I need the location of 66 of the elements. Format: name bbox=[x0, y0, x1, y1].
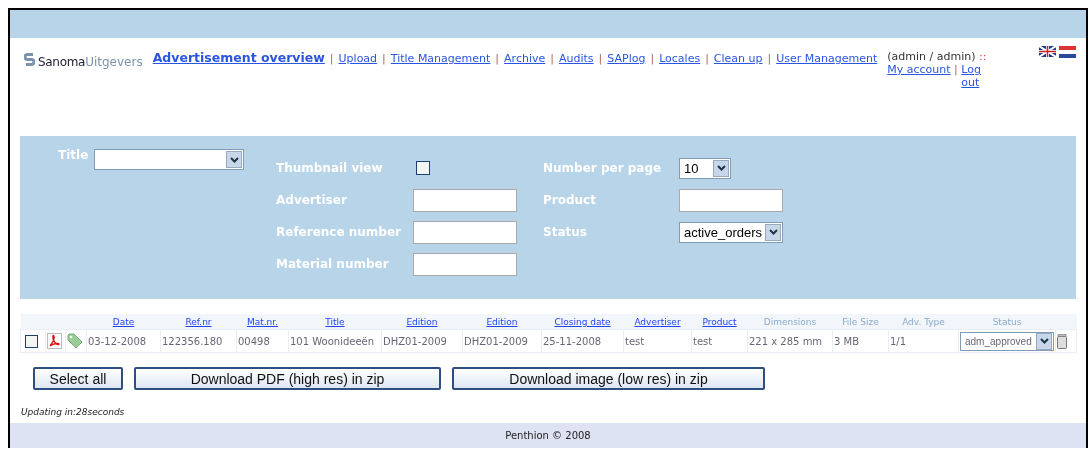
table-cell: 00498 bbox=[236, 329, 289, 353]
column-header: Status bbox=[992, 316, 1022, 327]
table-cell: DHZ01-2009 bbox=[381, 329, 463, 353]
dutch-flag-icon[interactable] bbox=[1059, 46, 1076, 61]
filter-dropdown[interactable]: active_orders bbox=[679, 221, 783, 243]
nav-link[interactable]: User Management bbox=[776, 52, 878, 65]
nav-link[interactable]: Upload bbox=[338, 52, 378, 65]
nav-link[interactable]: Audits bbox=[558, 52, 594, 65]
nav-link[interactable]: Title Management bbox=[390, 52, 491, 65]
filter-label: Status bbox=[543, 225, 588, 239]
table-cell: DHZ01-2009 bbox=[462, 329, 542, 353]
input-field[interactable] bbox=[679, 188, 783, 212]
table-cell: test bbox=[623, 329, 692, 353]
filter-label: Material number bbox=[276, 257, 390, 271]
user-marker: :: bbox=[979, 50, 987, 63]
logo: SanomaUitgevers bbox=[24, 52, 143, 71]
table-cell: test bbox=[691, 329, 748, 353]
nav-separator: | bbox=[650, 52, 655, 65]
input-field[interactable] bbox=[413, 252, 517, 276]
input-field[interactable] bbox=[413, 220, 517, 244]
logout-link[interactable]: Log out bbox=[961, 63, 986, 89]
checkbox[interactable] bbox=[416, 161, 430, 175]
nav-separator: | bbox=[767, 52, 772, 65]
nav-link[interactable]: Clean up bbox=[713, 52, 763, 65]
tag-icon[interactable] bbox=[67, 333, 85, 349]
download-button[interactable]: Download image (low res) in zip bbox=[452, 367, 765, 390]
nav-separator: | bbox=[329, 52, 334, 65]
filter-dropdown[interactable]: 10 bbox=[679, 157, 731, 179]
filter-label: Reference number bbox=[276, 225, 402, 239]
nav-separator: | bbox=[495, 52, 500, 65]
filter-label: Title bbox=[58, 148, 90, 162]
account-link[interactable]: My account bbox=[887, 63, 951, 76]
nav-link[interactable]: Advertisement overview bbox=[152, 50, 325, 65]
nav-separator: | bbox=[382, 52, 386, 65]
select-all-button[interactable]: Select all bbox=[33, 367, 123, 390]
filter-label: Thumbnail view bbox=[276, 161, 384, 175]
table-cell: 03-12-2008 bbox=[86, 329, 161, 353]
filter-label: Advertiser bbox=[276, 193, 348, 207]
input-field[interactable] bbox=[413, 188, 517, 212]
table-cell: 3 MB bbox=[832, 329, 889, 353]
table-cell: 101 Woonideeën bbox=[288, 329, 382, 353]
column-header: Adv. Type bbox=[902, 316, 945, 327]
nav-separator: | bbox=[705, 52, 709, 65]
nav-separator: | bbox=[550, 52, 554, 65]
nav-link[interactable]: SAPlog bbox=[607, 52, 646, 65]
table-cell: 221 x 285 mm bbox=[747, 329, 833, 353]
filter-label: Product bbox=[543, 193, 597, 207]
nav-separator: | bbox=[598, 52, 603, 65]
column-header: File Size bbox=[842, 316, 879, 327]
filter-label: Number per page bbox=[543, 161, 663, 175]
row-checkbox[interactable] bbox=[25, 334, 38, 348]
column-header-link[interactable]: Title bbox=[325, 316, 345, 327]
copyright-text: Penthion © 2008 bbox=[505, 430, 591, 441]
table-cell: 1/1 bbox=[888, 329, 959, 353]
pdf-icon[interactable] bbox=[47, 333, 64, 349]
user-name: (admin / admin) bbox=[887, 50, 976, 63]
column-header: Dimensions bbox=[763, 316, 817, 327]
table-cell: 25-11-2008 bbox=[541, 329, 624, 353]
filter-dropdown[interactable] bbox=[94, 149, 244, 170]
download-button[interactable]: Download PDF (high res) in zip bbox=[134, 367, 441, 390]
table-cell: 122356.180 bbox=[160, 329, 237, 353]
nav-link[interactable]: Locales bbox=[659, 52, 701, 65]
update-countdown: Updating in:28seconds bbox=[21, 407, 126, 417]
nav-link[interactable]: Archive bbox=[504, 52, 546, 65]
link-separator: | bbox=[954, 63, 958, 76]
status-dropdown[interactable]: adm_approved bbox=[960, 331, 1054, 351]
